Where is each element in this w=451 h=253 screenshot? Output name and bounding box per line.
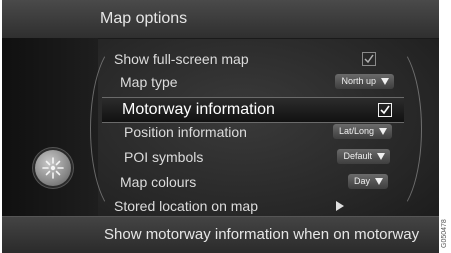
dropdown-poi-symbols[interactable]: Default <box>337 149 390 164</box>
checkbox-motorway-information[interactable] <box>378 103 392 117</box>
menu-item-label: POI symbols <box>124 149 204 165</box>
menu-item-position-information[interactable]: Position information Lat/Long <box>124 121 400 143</box>
chevron-down-icon <box>381 78 389 85</box>
menu-item-label: Motorway information <box>122 101 275 118</box>
dropdown-value: Day <box>353 176 370 186</box>
help-bar: Show motorway information when on motorw… <box>2 216 439 253</box>
reference-code: G050478 <box>441 219 448 248</box>
checkbox-show-full-screen-map[interactable] <box>362 52 376 66</box>
dropdown-value: Default <box>343 151 372 161</box>
menu-item-motorway-information[interactable]: Motorway information <box>102 97 404 123</box>
chevron-down-icon <box>377 153 385 160</box>
menu-item-label: Show full-screen map <box>114 51 249 67</box>
dropdown-map-colours[interactable]: Day <box>347 174 388 189</box>
chevron-down-icon <box>375 178 383 185</box>
menu-item-label: Position information <box>124 124 247 140</box>
menu-item-stored-location-on-map[interactable]: Stored location on map <box>114 195 394 217</box>
menu-item-label: Map colours <box>120 174 197 190</box>
menu-item-map-type[interactable]: Map type North up <box>120 71 402 93</box>
menu-item-map-colours[interactable]: Map colours Day <box>120 171 396 193</box>
menu-item-label: Stored location on map <box>114 198 258 214</box>
menu-item-label: Map type <box>120 74 178 90</box>
display-screen: Map options Show full-screen map Map typ… <box>2 0 439 253</box>
dropdown-position-information[interactable]: Lat/Long <box>332 124 392 139</box>
chevron-down-icon <box>379 128 387 135</box>
menu-item-poi-symbols[interactable]: POI symbols Default <box>124 146 398 168</box>
help-text: Show motorway information when on motorw… <box>104 226 420 243</box>
chevron-right-icon <box>336 201 344 211</box>
dropdown-value: Lat/Long <box>338 126 374 136</box>
menu-item-show-full-screen-map[interactable]: Show full-screen map <box>114 48 392 70</box>
dropdown-value: North up <box>341 76 376 86</box>
dropdown-map-type[interactable]: North up <box>335 74 394 89</box>
